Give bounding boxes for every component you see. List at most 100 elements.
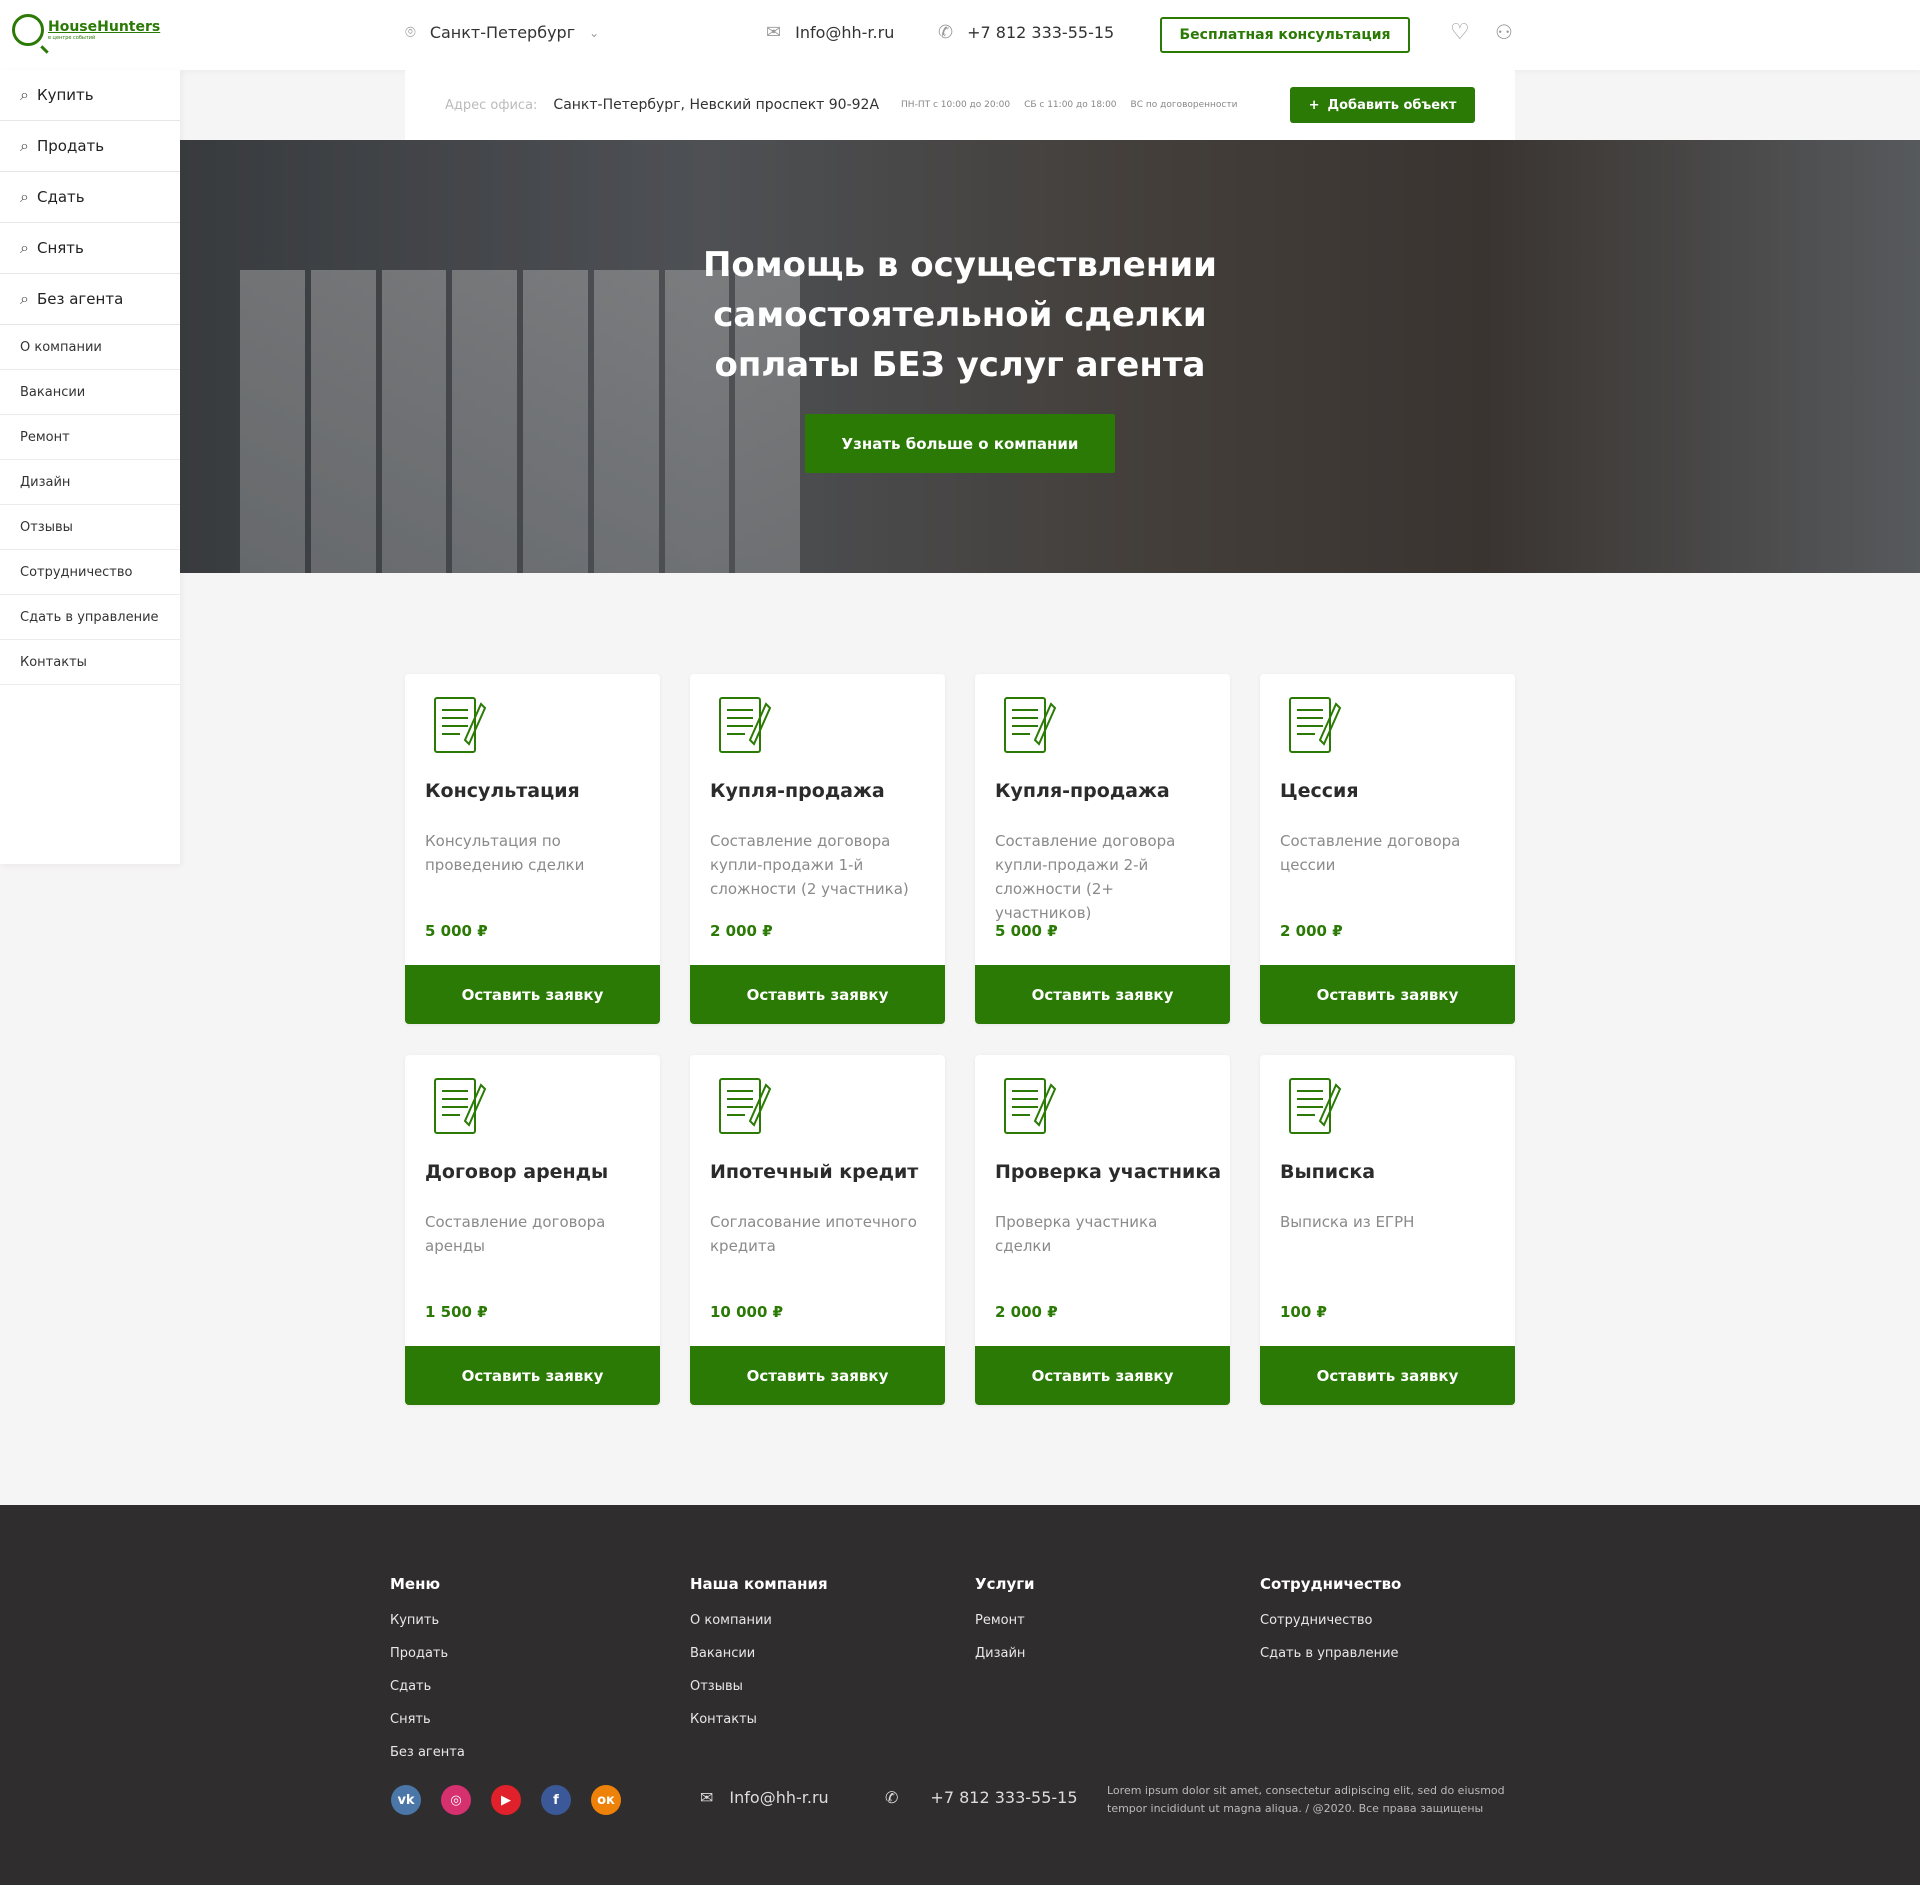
phone-icon: ✆ <box>938 22 954 43</box>
sidebar-link[interactable]: Вакансии <box>0 370 180 415</box>
vk-icon[interactable]: vk <box>391 1785 421 1815</box>
footer-link[interactable]: Отзывы <box>690 1679 828 1712</box>
footer-column: Сотрудничество Сотрудничество Сдать в упра… <box>1260 1575 1401 1679</box>
card-title: Договор аренды <box>425 1161 609 1183</box>
heart-icon[interactable]: ♡ <box>1450 20 1470 45</box>
copyright: Lorem ipsum dolor sit amet, consectetur … <box>1107 1784 1505 1815</box>
card-title: Консультация <box>425 780 580 802</box>
header-phone[interactable]: ✆ +7 812 333-55-15 <box>938 22 1114 43</box>
instagram-icon[interactable]: ◎ <box>441 1785 471 1815</box>
hero-title: Помощь в осуществлении самостоятельной с… <box>702 245 1218 385</box>
mail-icon: ✉ <box>766 22 782 43</box>
footer-column-title: Меню <box>390 1575 441 1593</box>
mail-icon: ✉ <box>700 1788 714 1807</box>
footer-link[interactable]: Сотрудничество <box>1260 1613 1401 1646</box>
free-consultation-button[interactable]: Бесплатная консультация <box>1160 17 1410 53</box>
footer-link[interactable]: Продать <box>390 1646 465 1679</box>
submit-request-button[interactable]: Оставить заявку <box>1260 1346 1515 1405</box>
youtube-icon[interactable]: ▶ <box>491 1785 521 1815</box>
card-title: Выписка <box>1280 1161 1376 1183</box>
location-pin-icon: ⌾ <box>405 22 416 43</box>
footer-column: Услуги Ремонт Дизайн <box>975 1575 1035 1679</box>
card-description: Составление договора цессии <box>1280 832 1461 874</box>
card-description: Составление договора аренды <box>425 1213 606 1255</box>
submit-request-button[interactable]: Оставить заявку <box>690 1346 945 1405</box>
submit-request-button[interactable]: Оставить заявку <box>1260 965 1515 1024</box>
sidebar-link[interactable]: Ремонт <box>0 415 180 460</box>
sidebar-link[interactable]: Контакты <box>0 640 180 685</box>
card-title: Ипотечный кредит <box>710 1161 919 1183</box>
footer: Меню Купить Продать Сдать Снять Без агента Наш… <box>0 1505 1920 1885</box>
submit-request-button[interactable]: Оставить заявку <box>975 1346 1230 1405</box>
search-house-icon: ⌕ <box>20 238 29 257</box>
add-object-button[interactable]: + Добавить объект <box>1290 87 1475 123</box>
service-card: Купля-продажа Составление договора купли-… <box>690 674 945 1024</box>
header-email[interactable]: ✉ Info@hh-r.ru <box>766 22 894 43</box>
sidebar-item[interactable]: ⌕ Купить <box>0 70 180 121</box>
city-select[interactable]: ⌾ Санкт-Петербург ⌄ <box>405 22 599 43</box>
footer-email[interactable]: ✉ Info@hh-r.ru <box>700 1788 829 1807</box>
submit-request-button[interactable]: Оставить заявку <box>690 965 945 1024</box>
footer-link[interactable]: Без агента <box>390 1745 465 1778</box>
footer-phone[interactable]: ✆ +7 812 333-55-15 <box>885 1788 1078 1807</box>
sidebar-link[interactable]: Отзывы <box>0 505 180 550</box>
card-title: Цессия <box>1280 780 1359 802</box>
sidebar-link[interactable]: Дизайн <box>0 460 180 505</box>
footer-link[interactable]: Вакансии <box>690 1646 828 1679</box>
footer-link[interactable]: Дизайн <box>975 1646 1035 1679</box>
user-icon[interactable]: ⚇ <box>1495 20 1513 44</box>
search-house-icon: ⌕ <box>20 187 29 206</box>
learn-more-button[interactable]: Узнать больше о компании <box>805 414 1115 473</box>
card-price: 2 000 ₽ <box>995 1303 1058 1321</box>
card-price: 10 000 ₽ <box>710 1303 784 1321</box>
submit-request-button[interactable]: Оставить заявку <box>405 965 660 1024</box>
service-card: Купля-продажа Составление договора купли-… <box>975 674 1230 1024</box>
footer-link[interactable]: Сдать <box>390 1679 465 1712</box>
footer-link[interactable]: Сдать в управление <box>1260 1646 1401 1679</box>
card-title: Проверка участника <box>995 1161 1222 1183</box>
card-price: 1 500 ₽ <box>425 1303 488 1321</box>
service-card: Проверка участника Проверка участника сде… <box>975 1055 1230 1405</box>
footer-column: Меню Купить Продать Сдать Снять Без агента <box>390 1575 465 1778</box>
sidebar-item[interactable]: ⌕ Без агента <box>0 274 180 325</box>
search-house-icon: ⌕ <box>20 289 29 308</box>
card-price: 2 000 ₽ <box>1280 922 1343 940</box>
submit-request-button[interactable]: Оставить заявку <box>405 1346 660 1405</box>
sidebar-item[interactable]: ⌕ Продать <box>0 121 180 172</box>
footer-link[interactable]: Снять <box>390 1712 465 1745</box>
service-card: Консультация Консультация по проведению с… <box>405 674 660 1024</box>
office-address: Санкт-Петербург, Невский проспект 90-92А <box>553 97 880 113</box>
sidebar-link[interactable]: О компании <box>0 325 180 370</box>
footer-link[interactable]: О компании <box>690 1613 828 1646</box>
facebook-icon[interactable]: f <box>541 1785 571 1815</box>
card-description: Согласование ипотечного кредита <box>710 1213 917 1255</box>
footer-link[interactable]: Ремонт <box>975 1613 1035 1646</box>
search-house-icon: ⌕ <box>20 136 29 155</box>
header: HouseHunters в центре событий ⌾ Санкт-Пет… <box>0 0 1920 70</box>
sidebar-link[interactable]: Сотрудничество <box>0 550 180 595</box>
sidebar-item[interactable]: ⌕ Сдать <box>0 172 180 223</box>
card-price: 5 000 ₽ <box>995 922 1058 940</box>
logo[interactable]: HouseHunters в центре событий <box>12 14 160 46</box>
service-card: Выписка Выписка из ЕГРН 100 ₽ Оставить заяв… <box>1260 1055 1515 1405</box>
chevron-down-icon: ⌄ <box>589 25 600 40</box>
footer-link[interactable]: Контакты <box>690 1712 828 1745</box>
phone-icon: ✆ <box>885 1788 899 1807</box>
service-card: Ипотечный кредит Согласование ипотечного … <box>690 1055 945 1405</box>
footer-link[interactable]: Купить <box>390 1613 465 1646</box>
sidebar-item[interactable]: ⌕ Снять <box>0 223 180 274</box>
footer-column-title: Сотрудничество <box>1260 1575 1402 1593</box>
logo-icon <box>12 14 44 46</box>
card-title: Купля-продажа <box>710 780 885 802</box>
hero-banner: Помощь в осуществлении самостоятельной с… <box>180 140 1920 573</box>
service-card: Договор аренды Составление договора аренд… <box>405 1055 660 1405</box>
footer-column-title: Услуги <box>975 1575 1035 1593</box>
card-description: Проверка участника сделки <box>995 1213 1158 1255</box>
sidebar-link[interactable]: Сдать в управление <box>0 595 180 640</box>
submit-request-button[interactable]: Оставить заявку <box>975 965 1230 1024</box>
card-description: Составление договора купли-продажи 1-й с… <box>710 832 909 898</box>
plus-icon: + <box>1308 97 1320 113</box>
card-description: Составление договора купли-продажи 2-й с… <box>995 832 1176 922</box>
search-house-icon: ⌕ <box>20 85 29 104</box>
odnoklassniki-icon[interactable]: ок <box>591 1785 621 1815</box>
